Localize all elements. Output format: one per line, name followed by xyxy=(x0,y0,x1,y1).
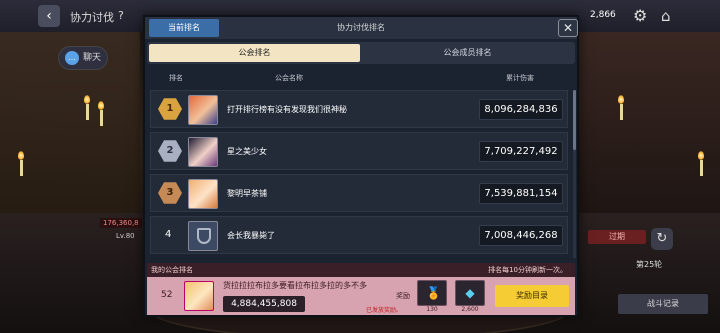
candle xyxy=(700,160,703,176)
shield-icon xyxy=(197,228,211,244)
damage-value: 7,709,227,492 xyxy=(479,141,563,162)
candle xyxy=(20,160,23,176)
candle-flame xyxy=(698,151,704,160)
damage-value: 8,096,284,836 xyxy=(479,99,563,120)
ranking-tabs: 公会排名 公会成员排名 xyxy=(147,42,575,64)
round-label: 第25轮 xyxy=(636,260,663,269)
guild-name: 会长我暴毙了 xyxy=(227,231,275,240)
guild-avatar xyxy=(188,95,218,125)
candle xyxy=(100,110,103,126)
back-arrow-icon: ‹ xyxy=(46,8,52,24)
tab-member-ranking[interactable]: 公会成员排名 xyxy=(362,44,573,62)
reward-item[interactable]: ◆ xyxy=(455,280,485,306)
guild-avatar xyxy=(188,221,218,251)
page-title: 协力讨伐 xyxy=(70,11,114,24)
candle-flame xyxy=(98,101,104,110)
guild-name: 星之美少女 xyxy=(227,147,267,156)
candle-flame xyxy=(18,151,24,160)
guild-name: 黎明早茶铺 xyxy=(227,189,267,198)
damage-value: 7,539,881,154 xyxy=(479,183,563,204)
candle xyxy=(86,104,89,120)
refresh-note: 排名每10分钟刷新一次。 xyxy=(488,266,567,274)
reward-item[interactable]: 🏅 xyxy=(417,280,447,306)
table-row[interactable]: 4 会长我暴毙了 7,008,446,268 xyxy=(150,216,568,254)
boss-level: Lv.80 xyxy=(116,232,135,240)
reward-count: 2,600 xyxy=(461,306,479,313)
currency-amount: 2,866 xyxy=(590,10,616,20)
guild-name: 打开排行榜有没有发现我们很神秘 xyxy=(227,105,347,114)
chat-label: 聊天 xyxy=(83,53,102,63)
damage-value: 7,008,446,268 xyxy=(479,225,563,246)
table-row[interactable]: 1 打开排行榜有没有发现我们很神秘 8,096,284,836 xyxy=(150,90,568,128)
back-button[interactable]: ‹ xyxy=(38,5,60,27)
reward-count: 130 xyxy=(426,306,438,313)
refresh-button[interactable]: ↻ xyxy=(651,228,673,250)
help-icon[interactable]: ? xyxy=(118,9,124,22)
rank-badge-silver: 2 xyxy=(158,140,182,162)
refresh-icon: ↻ xyxy=(656,231,668,246)
chat-button[interactable]: … 聊天 xyxy=(58,46,108,70)
battle-log-button[interactable]: 战斗记录 xyxy=(618,294,708,314)
my-guild-label: 我的公会排名 xyxy=(151,266,193,274)
my-guild-row: 52 货拉拉拉布拉多要看拉布拉多拉的多不多 4,884,455,808 奖励 已… xyxy=(147,277,575,315)
candle-flame xyxy=(84,95,90,104)
boss-hp-text: 176,360,8 xyxy=(100,218,142,228)
modal-title: 协力讨伐排名 xyxy=(337,23,385,32)
reward-list-button[interactable]: 奖励目录 xyxy=(495,285,569,307)
tab-guild-ranking[interactable]: 公会排名 xyxy=(149,44,360,62)
table-row[interactable]: 3 黎明早茶铺 7,539,881,154 xyxy=(150,174,568,212)
close-icon: ✕ xyxy=(562,21,574,35)
ranking-modal: 当前排名 协力讨伐排名 ✕ 公会排名 公会成员排名 排名 公会名称 累计伤害 1… xyxy=(143,15,579,317)
modal-header: 当前排名 协力讨伐排名 ✕ xyxy=(145,17,578,39)
my-guild-rank: 52 xyxy=(161,290,173,300)
reward-label: 奖励 xyxy=(396,292,410,300)
right-wall xyxy=(575,30,720,230)
candle xyxy=(620,104,623,120)
my-guild-damage: 4,884,455,808 xyxy=(223,296,305,312)
close-button[interactable]: ✕ xyxy=(558,19,578,37)
scrollbar[interactable] xyxy=(573,90,576,258)
expired-badge: 过期 xyxy=(588,230,646,244)
rank-number: 4 xyxy=(165,229,172,240)
gear-icon[interactable]: ⚙ xyxy=(633,7,651,25)
guild-avatar xyxy=(188,179,218,209)
column-damage: 累计伤害 xyxy=(506,74,534,82)
rank-badge-bronze: 3 xyxy=(158,182,182,204)
chat-icon: … xyxy=(65,51,79,65)
rank-badge-gold: 1 xyxy=(158,98,182,120)
column-guild-name: 公会名称 xyxy=(275,74,303,82)
guild-avatar xyxy=(188,137,218,167)
home-icon[interactable]: ⌂ xyxy=(661,7,679,25)
diamond-icon: ◆ xyxy=(465,286,475,300)
ranking-list: 1 打开排行榜有没有发现我们很神秘 8,096,284,836 2 星之美少女 … xyxy=(150,90,574,258)
table-row[interactable]: 2 星之美少女 7,709,227,492 xyxy=(150,132,568,170)
medal-icon: 🏅 xyxy=(426,286,441,300)
my-guild-header: 我的公会排名 排名每10分钟刷新一次。 xyxy=(147,263,575,277)
my-guild-avatar xyxy=(184,281,214,311)
my-guild-name: 货拉拉拉布拉多要看拉布拉多拉的多不多 xyxy=(223,281,367,290)
column-rank: 排名 xyxy=(169,74,183,82)
reward-claimed-text: 已发放奖励。 xyxy=(366,307,403,314)
scroll-thumb[interactable] xyxy=(573,90,576,150)
candle-flame xyxy=(618,95,624,104)
